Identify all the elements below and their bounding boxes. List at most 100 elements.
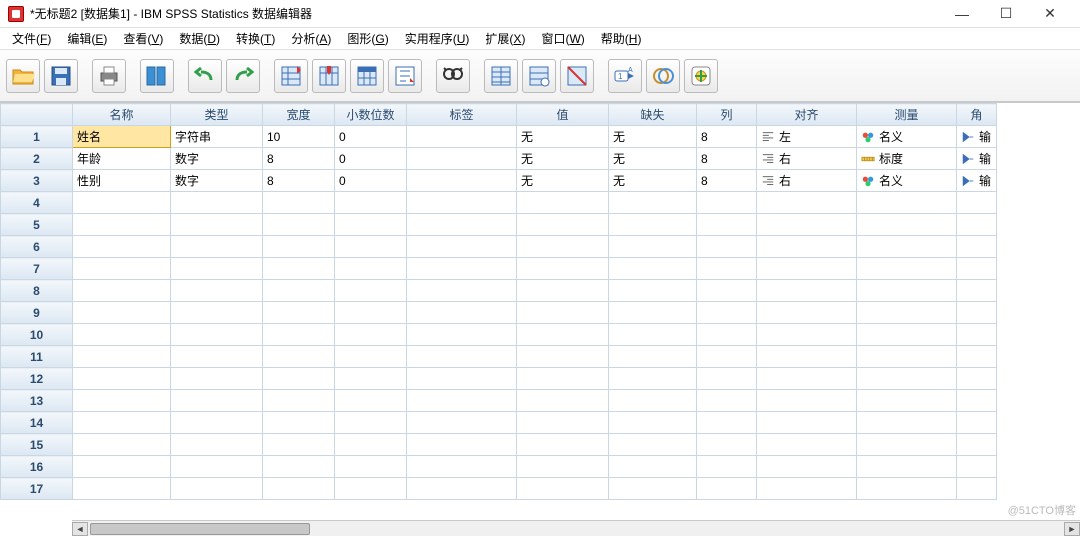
minimize-button[interactable]: — <box>940 0 984 28</box>
cell[interactable] <box>957 280 997 302</box>
cell[interactable]: 姓名 <box>73 126 171 148</box>
cell[interactable] <box>857 412 957 434</box>
cell[interactable] <box>407 280 517 302</box>
cell[interactable]: 无 <box>517 170 609 192</box>
cell[interactable]: 8 <box>263 148 335 170</box>
cell[interactable] <box>263 390 335 412</box>
cell[interactable] <box>857 456 957 478</box>
cell[interactable] <box>697 302 757 324</box>
column-header[interactable]: 角 <box>957 104 997 126</box>
cell[interactable] <box>171 412 263 434</box>
cell[interactable] <box>517 324 609 346</box>
cell[interactable] <box>697 434 757 456</box>
cell[interactable] <box>609 368 697 390</box>
column-header[interactable]: 对齐 <box>757 104 857 126</box>
cell[interactable] <box>857 346 957 368</box>
cell[interactable]: 无 <box>517 126 609 148</box>
cell[interactable] <box>517 192 609 214</box>
cell[interactable] <box>73 478 171 500</box>
menu-f[interactable]: 文件(F) <box>6 28 57 49</box>
cell[interactable]: 名义 <box>857 126 957 148</box>
cell[interactable] <box>171 456 263 478</box>
cell[interactable] <box>609 434 697 456</box>
redo-button[interactable] <box>226 59 260 93</box>
cell[interactable] <box>335 434 407 456</box>
cell[interactable]: 8 <box>697 126 757 148</box>
row-header[interactable]: 11 <box>1 346 73 368</box>
scroll-right-arrow-icon[interactable]: ► <box>1064 522 1080 536</box>
cell[interactable]: 名义 <box>857 170 957 192</box>
cell[interactable] <box>407 148 517 170</box>
cell[interactable] <box>407 346 517 368</box>
row-header[interactable]: 12 <box>1 368 73 390</box>
run-descriptives-button[interactable] <box>388 59 422 93</box>
menu-e[interactable]: 编辑(E) <box>61 28 113 49</box>
cell[interactable] <box>697 214 757 236</box>
cell[interactable] <box>517 478 609 500</box>
cell[interactable] <box>73 324 171 346</box>
cell[interactable] <box>517 302 609 324</box>
cell[interactable] <box>407 324 517 346</box>
cell[interactable] <box>957 258 997 280</box>
row-header[interactable]: 15 <box>1 434 73 456</box>
cell[interactable]: 0 <box>335 148 407 170</box>
close-button[interactable]: ✕ <box>1028 0 1072 28</box>
cell[interactable] <box>263 346 335 368</box>
cell[interactable] <box>609 456 697 478</box>
column-header[interactable]: 小数位数 <box>335 104 407 126</box>
column-header[interactable]: 宽度 <box>263 104 335 126</box>
column-header[interactable]: 类型 <box>171 104 263 126</box>
cell[interactable] <box>757 214 857 236</box>
cell[interactable] <box>263 456 335 478</box>
cell[interactable] <box>73 192 171 214</box>
column-header[interactable]: 测量 <box>857 104 957 126</box>
variables-button[interactable] <box>350 59 384 93</box>
cell[interactable] <box>407 214 517 236</box>
cell[interactable] <box>335 478 407 500</box>
row-header[interactable]: 6 <box>1 236 73 258</box>
cell[interactable] <box>335 302 407 324</box>
cell[interactable] <box>697 412 757 434</box>
cell[interactable] <box>335 456 407 478</box>
cell[interactable] <box>171 214 263 236</box>
cell[interactable] <box>517 258 609 280</box>
row-header[interactable]: 2 <box>1 148 73 170</box>
menu-g[interactable]: 图形(G) <box>341 28 394 49</box>
show-all-variables-button[interactable] <box>684 59 718 93</box>
cell[interactable] <box>517 214 609 236</box>
cell[interactable] <box>757 324 857 346</box>
cell[interactable] <box>517 280 609 302</box>
cell[interactable] <box>407 434 517 456</box>
cell[interactable] <box>73 236 171 258</box>
cell[interactable] <box>609 236 697 258</box>
weight-cases-button[interactable] <box>522 59 556 93</box>
cell[interactable]: 数字 <box>171 148 263 170</box>
cell[interactable] <box>407 302 517 324</box>
cell[interactable] <box>609 302 697 324</box>
maximize-button[interactable]: ☐ <box>984 0 1028 28</box>
row-header[interactable]: 5 <box>1 214 73 236</box>
cell[interactable] <box>857 280 957 302</box>
cell[interactable] <box>697 456 757 478</box>
cell[interactable] <box>407 192 517 214</box>
cell[interactable] <box>407 412 517 434</box>
cell[interactable] <box>73 302 171 324</box>
cell[interactable] <box>73 434 171 456</box>
cell[interactable] <box>73 346 171 368</box>
cell[interactable] <box>857 324 957 346</box>
cell[interactable] <box>407 258 517 280</box>
cell[interactable]: 数字 <box>171 170 263 192</box>
cell[interactable] <box>517 456 609 478</box>
cell[interactable]: 8 <box>697 170 757 192</box>
column-header[interactable]: 名称 <box>73 104 171 126</box>
cell[interactable] <box>757 346 857 368</box>
cell[interactable] <box>697 236 757 258</box>
cell[interactable] <box>857 434 957 456</box>
row-header[interactable]: 9 <box>1 302 73 324</box>
menu-v[interactable]: 查看(V) <box>117 28 169 49</box>
cell[interactable] <box>263 214 335 236</box>
cell[interactable] <box>857 236 957 258</box>
cell[interactable] <box>857 302 957 324</box>
row-header[interactable]: 10 <box>1 324 73 346</box>
cell[interactable] <box>757 368 857 390</box>
